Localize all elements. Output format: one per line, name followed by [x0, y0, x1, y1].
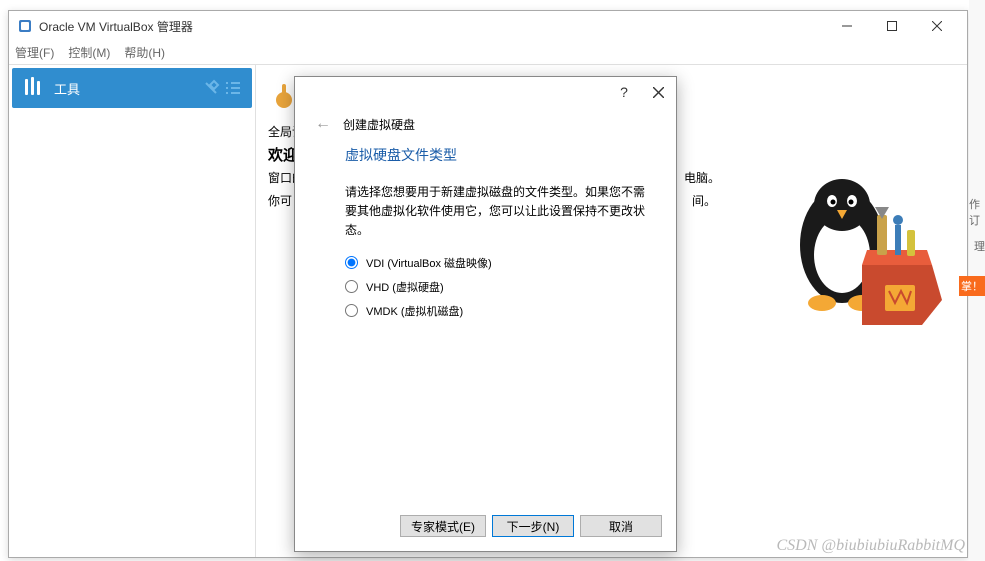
- menubar: 管理(F) 控制(M) 帮助(H): [9, 41, 967, 65]
- edge-text-2: 理: [974, 238, 985, 254]
- list-icon[interactable]: [224, 79, 242, 97]
- sidebar: 工具: [9, 65, 256, 557]
- expert-mode-button[interactable]: 专家模式(E): [400, 515, 486, 537]
- radio-vdi[interactable]: VDI (VirtualBox 磁盘映像): [345, 255, 646, 271]
- text-right-2: 间。: [692, 192, 716, 209]
- dialog-close-button[interactable]: [650, 84, 666, 100]
- titlebar: Oracle VM VirtualBox 管理器: [9, 11, 967, 41]
- minimize-button[interactable]: [824, 12, 869, 40]
- menu-file[interactable]: 管理(F): [15, 44, 54, 61]
- section-description: 请选择您想要用于新建虚拟磁盘的文件类型。如果您不需要其他虚拟化软件使用它，您可以…: [345, 183, 646, 241]
- next-button[interactable]: 下一步(N): [492, 515, 574, 537]
- dialog-body: 虚拟硬盘文件类型 请选择您想要用于新建虚拟磁盘的文件类型。如果您不需要其他虚拟化…: [295, 145, 676, 319]
- menu-control[interactable]: 控制(M): [68, 44, 110, 61]
- dialog-titlebar: ?: [295, 77, 676, 107]
- radio-vmdk-input[interactable]: [345, 304, 358, 317]
- create-disk-dialog: ? ← 创建虚拟硬盘 虚拟硬盘文件类型 请选择您想要用于新建虚拟磁盘的文件类型。…: [294, 76, 677, 552]
- tools-actions: [202, 79, 242, 97]
- radio-vmdk[interactable]: VMDK (虚拟机磁盘): [345, 303, 646, 319]
- radio-vhd[interactable]: VHD (虚拟硬盘): [345, 279, 646, 295]
- radio-vdi-input[interactable]: [345, 256, 358, 269]
- close-button[interactable]: [914, 12, 959, 40]
- text-right-1: 电脑。: [684, 169, 720, 186]
- watermark: CSDN @biubiubiuRabbitMQ: [777, 537, 966, 555]
- cancel-button[interactable]: 取消: [580, 515, 662, 537]
- text-left-2: 你可: [268, 192, 292, 209]
- tools-icon: [22, 75, 46, 102]
- window-controls: [824, 12, 959, 40]
- radio-vhd-label: VHD (虚拟硬盘): [366, 279, 444, 295]
- dialog-help-button[interactable]: ?: [616, 84, 632, 100]
- tools-button[interactable]: 工具: [12, 68, 252, 108]
- edge-text-1: 作订: [969, 196, 985, 228]
- disk-type-radio-group: VDI (VirtualBox 磁盘映像) VHD (虚拟硬盘) VMDK (虚…: [345, 255, 646, 319]
- dialog-title: 创建虚拟硬盘: [343, 116, 415, 133]
- window-title: Oracle VM VirtualBox 管理器: [39, 18, 824, 35]
- radio-vdi-label: VDI (VirtualBox 磁盘映像): [366, 255, 492, 271]
- radio-vmdk-label: VMDK (虚拟机磁盘): [366, 303, 463, 319]
- edge-text-3: 掌！: [959, 276, 985, 296]
- right-edge-partial: 作订 理 掌！: [969, 0, 985, 561]
- maximize-button[interactable]: [869, 12, 914, 40]
- pin-icon[interactable]: [202, 79, 220, 97]
- dialog-header: ← 创建虚拟硬盘: [295, 107, 676, 145]
- tools-label: 工具: [54, 79, 202, 98]
- menu-help[interactable]: 帮助(H): [124, 44, 165, 61]
- radio-vhd-input[interactable]: [345, 280, 358, 293]
- dialog-footer: 专家模式(E) 下一步(N) 取消: [400, 515, 662, 537]
- back-arrow-icon[interactable]: ←: [315, 115, 331, 133]
- app-icon: [17, 18, 33, 34]
- section-title: 虚拟硬盘文件类型: [345, 145, 646, 165]
- penguin-illustration: [767, 155, 947, 335]
